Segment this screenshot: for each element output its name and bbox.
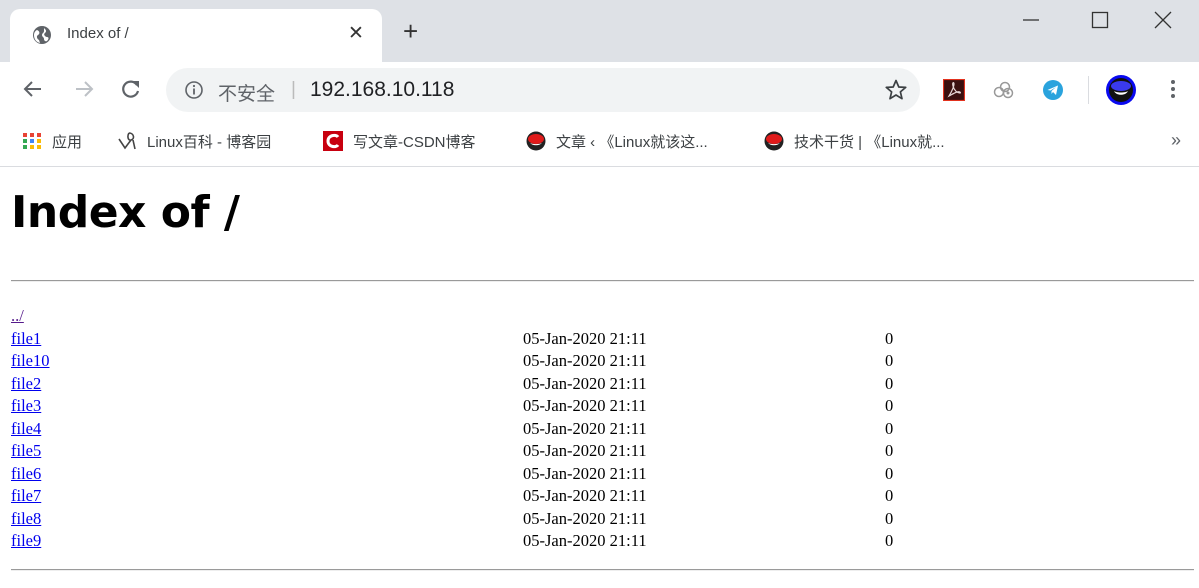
file-row: file9 05-Jan-2020 21:11 0 xyxy=(11,530,893,553)
file-date: 05-Jan-2020 21:11 xyxy=(523,441,647,460)
minimize-icon[interactable] xyxy=(1010,8,1050,38)
file-date: 05-Jan-2020 21:11 xyxy=(523,508,647,528)
page-title: Index of / xyxy=(11,187,240,238)
file-date: 05-Jan-2020 21:11 xyxy=(523,396,647,415)
bookmark-apps[interactable]: 应用 xyxy=(22,129,82,153)
directory-listing: ../ file1 05-Jan-2020 21:11 0 file10 05-Jan-… xyxy=(11,305,893,553)
top-divider xyxy=(11,280,1194,282)
bookmark-linux-tech[interactable]: 技术干货 | 《Linux就... xyxy=(764,129,945,153)
bookmark-star-icon[interactable] xyxy=(884,78,908,102)
bookmark-label: 应用 xyxy=(52,133,83,151)
adobe-acrobat-icon[interactable] xyxy=(943,79,965,101)
new-tab-button[interactable]: + xyxy=(403,18,418,44)
file-date: 05-Jan-2020 21:11 xyxy=(523,418,647,438)
file-size: 0 xyxy=(885,351,894,370)
telegram-icon[interactable] xyxy=(1042,79,1064,101)
bookmarks-overflow-button[interactable]: » xyxy=(1171,130,1181,151)
browser-tab[interactable]: Index of / ✕ xyxy=(10,9,382,62)
baidu-cloud-icon[interactable] xyxy=(992,79,1014,101)
file-date: 05-Jan-2020 21:11 xyxy=(523,531,647,550)
file-date: 05-Jan-2020 21:11 xyxy=(523,373,647,393)
address-bar[interactable]: 不安全 | 192.168.10.118 xyxy=(166,68,920,112)
bookmarks-bar: 应用 Linux百科 - 博客园 写文章-CSDN博客 文章 ‹ 《Linux就… xyxy=(0,118,1199,167)
bookmark-label: 文章 ‹ 《Linux就该这... xyxy=(556,133,708,151)
file-size: 0 xyxy=(885,373,894,393)
file-row: file4 05-Jan-2020 21:11 0 xyxy=(11,418,893,441)
toolbar-divider xyxy=(1088,76,1089,104)
file-size: 0 xyxy=(885,463,894,483)
bookmark-csdn[interactable]: 写文章-CSDN博客 xyxy=(323,129,476,153)
file-link[interactable]: file7 xyxy=(11,486,41,505)
page-content: Index of / ../ file1 05-Jan-2020 21:11 0 fi… xyxy=(0,167,1199,588)
security-separator: | xyxy=(291,79,296,100)
file-link[interactable]: file10 xyxy=(11,351,50,370)
profile-avatar-icon[interactable] xyxy=(1105,74,1137,106)
forward-arrow-icon[interactable] xyxy=(71,76,97,102)
redhat-icon xyxy=(526,131,546,151)
parent-dir-link[interactable]: ../ xyxy=(11,306,24,325)
bookmark-label: 技术干货 | 《Linux就... xyxy=(794,133,945,151)
tab-title: Index of / xyxy=(67,25,129,42)
back-arrow-icon[interactable] xyxy=(20,76,46,102)
file-row: file10 05-Jan-2020 21:11 0 xyxy=(11,350,893,373)
file-link[interactable]: file6 xyxy=(11,464,41,483)
file-link[interactable]: file2 xyxy=(11,374,41,393)
file-link[interactable]: file8 xyxy=(11,509,41,528)
file-row: file1 05-Jan-2020 21:11 0 xyxy=(11,328,893,351)
file-size: 0 xyxy=(885,531,894,550)
file-row: file7 05-Jan-2020 21:11 0 xyxy=(11,485,893,508)
security-status: 不安全 xyxy=(218,84,276,105)
file-size: 0 xyxy=(885,396,894,415)
tab-close-button[interactable]: ✕ xyxy=(348,22,364,45)
bookmark-label: 写文章-CSDN博客 xyxy=(353,133,476,151)
file-row: file2 05-Jan-2020 21:11 0 xyxy=(11,373,893,396)
file-date: 05-Jan-2020 21:11 xyxy=(523,486,647,505)
menu-kebab-icon[interactable] xyxy=(1160,76,1186,102)
csdn-icon xyxy=(323,131,343,151)
file-link[interactable]: file3 xyxy=(11,396,41,415)
redhat-icon xyxy=(764,131,784,151)
maximize-icon[interactable] xyxy=(1080,8,1120,38)
url-text[interactable]: 192.168.10.118 xyxy=(310,78,454,102)
file-link[interactable]: file5 xyxy=(11,441,41,460)
info-icon[interactable] xyxy=(184,80,204,100)
parent-dir-row: ../ xyxy=(11,305,50,328)
cnblogs-icon xyxy=(118,132,136,150)
apps-grid-icon xyxy=(23,133,41,149)
file-link[interactable]: file4 xyxy=(11,419,41,438)
file-date: 05-Jan-2020 21:11 xyxy=(523,463,647,483)
reload-icon[interactable] xyxy=(118,76,144,102)
file-row: file8 05-Jan-2020 21:11 0 xyxy=(11,508,893,531)
close-window-icon[interactable] xyxy=(1143,8,1183,38)
file-size: 0 xyxy=(885,328,894,348)
bookmark-cnblogs[interactable]: Linux百科 - 博客园 xyxy=(117,129,271,153)
file-size: 0 xyxy=(885,441,894,460)
file-row: file3 05-Jan-2020 21:11 0 xyxy=(11,395,893,418)
file-size: 0 xyxy=(885,486,894,505)
file-link[interactable]: file9 xyxy=(11,531,41,550)
file-size: 0 xyxy=(885,508,894,528)
file-row: file6 05-Jan-2020 21:11 0 xyxy=(11,463,893,486)
browser-toolbar: 不安全 | 192.168.10.118 xyxy=(0,62,1199,118)
browser-titlebar: Index of / ✕ + xyxy=(0,0,1199,62)
file-date: 05-Jan-2020 21:11 xyxy=(523,351,647,370)
file-link[interactable]: file1 xyxy=(11,329,41,348)
file-size: 0 xyxy=(885,418,894,438)
file-row: file5 05-Jan-2020 21:11 0 xyxy=(11,440,893,463)
bookmark-linux-article[interactable]: 文章 ‹ 《Linux就该这... xyxy=(526,129,708,153)
bookmark-label: Linux百科 - 博客园 xyxy=(147,133,272,151)
globe-icon xyxy=(33,26,51,44)
file-date: 05-Jan-2020 21:11 xyxy=(523,328,647,348)
bottom-divider xyxy=(11,569,1194,571)
